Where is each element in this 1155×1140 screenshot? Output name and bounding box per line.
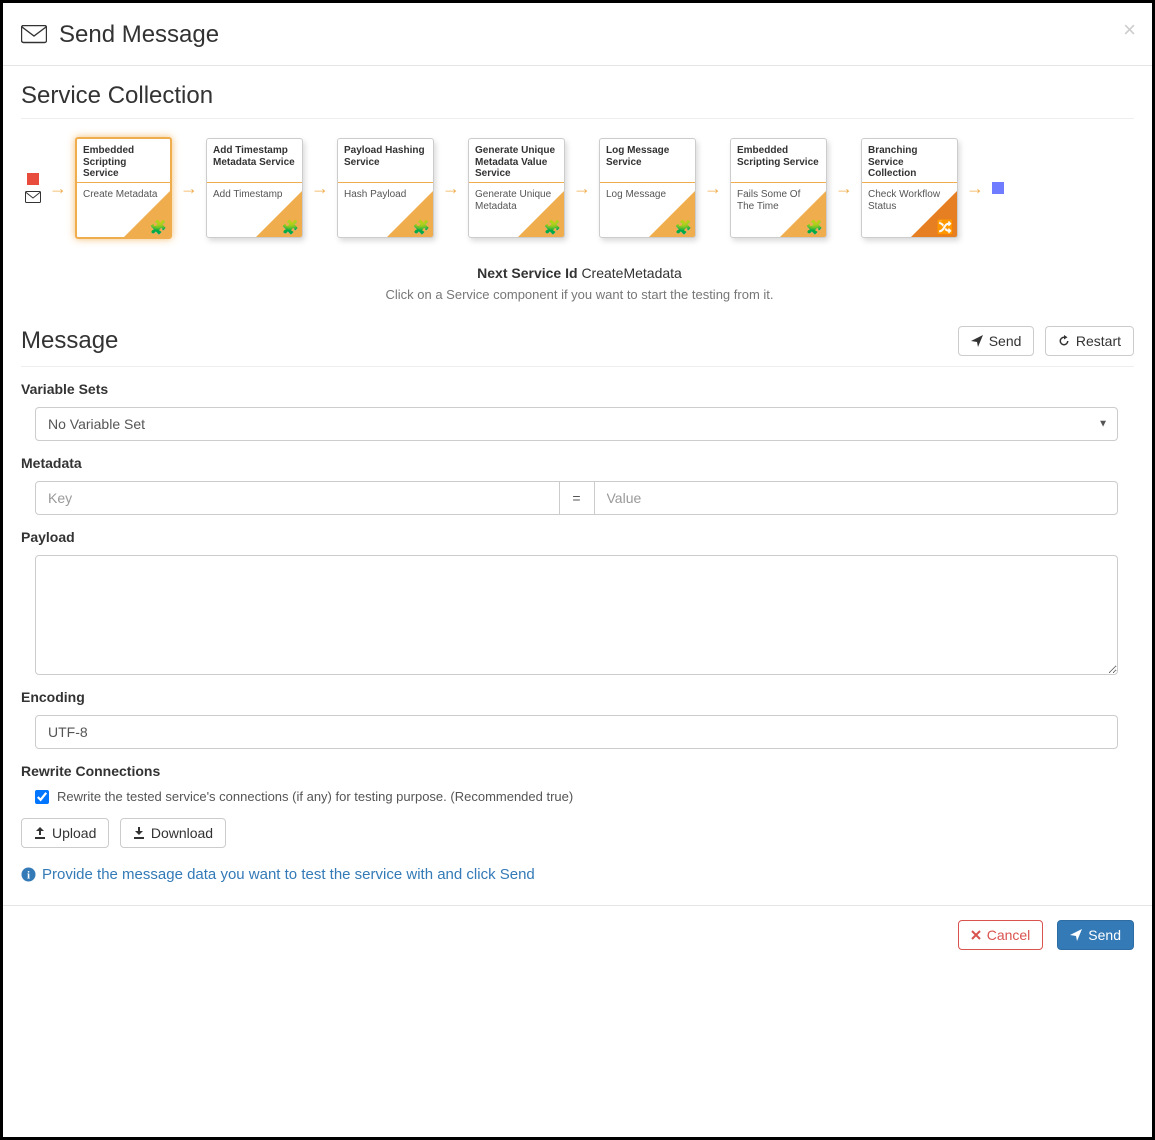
arrow-icon: → <box>966 178 984 199</box>
label-payload: Payload <box>21 529 1134 545</box>
card-type: Add Timestamp Metadata Service <box>207 139 302 183</box>
label-rewrite-connections: Rewrite Connections <box>21 763 1134 779</box>
arrow-icon: → <box>49 178 67 199</box>
workflow-start-icon <box>27 173 39 185</box>
puzzle-icon: 🧩 <box>150 219 167 235</box>
cancel-button[interactable]: Cancel <box>958 920 1044 950</box>
card-type: Embedded Scripting Service <box>77 139 170 183</box>
label-variable-sets: Variable Sets <box>21 381 1134 397</box>
service-card-fails-some-of-the-time[interactable]: Embedded Scripting Service Fails Some Of… <box>730 138 827 238</box>
x-icon <box>971 930 981 940</box>
next-service-line: Next Service Id CreateMetadata <box>25 265 1134 281</box>
arrow-icon: → <box>180 178 198 199</box>
card-type: Generate Unique Metadata Value Service <box>469 139 564 183</box>
refresh-icon <box>1058 335 1070 347</box>
close-button[interactable]: × <box>1123 17 1136 43</box>
puzzle-icon: 🧩 <box>806 219 823 235</box>
chevron-down-icon: ▼ <box>1098 419 1108 430</box>
card-type: Payload Hashing Service <box>338 139 433 183</box>
send-button-top[interactable]: Send <box>958 326 1035 356</box>
send-button[interactable]: Send <box>1057 920 1134 950</box>
label-encoding: Encoding <box>21 689 1134 705</box>
payload-textarea[interactable] <box>35 555 1118 675</box>
svg-text:i: i <box>27 870 30 882</box>
equals-label: = <box>560 481 594 515</box>
service-card-add-timestamp[interactable]: Add Timestamp Metadata Service Add Times… <box>206 138 303 238</box>
mail-small-icon <box>25 191 41 203</box>
variable-sets-select[interactable]: No Variable Set ▼ <box>35 407 1118 441</box>
workflow-row: → Embedded Scripting Service Create Meta… <box>25 133 1134 257</box>
label-metadata: Metadata <box>21 455 1134 471</box>
section-service-collection: Service Collection <box>21 82 1134 119</box>
paper-plane-icon <box>1070 929 1082 941</box>
modal-title-text: Send Message <box>59 21 219 49</box>
download-icon <box>133 827 145 839</box>
workflow-end-icon <box>992 182 1004 194</box>
info-icon: i <box>21 867 36 882</box>
section-message: Message <box>21 327 118 355</box>
workflow-hint: Click on a Service component if you want… <box>25 287 1134 302</box>
rewrite-desc: Rewrite the tested service's connections… <box>57 789 573 804</box>
puzzle-icon: 🧩 <box>413 219 430 235</box>
service-card-create-metadata[interactable]: Embedded Scripting Service Create Metada… <box>75 137 172 239</box>
puzzle-icon: 🧩 <box>675 219 692 235</box>
mail-icon <box>21 25 47 45</box>
service-card-generate-unique-metadata[interactable]: Generate Unique Metadata Value Service G… <box>468 138 565 238</box>
card-type: Branching Service Collection <box>862 139 957 183</box>
download-button[interactable]: Download <box>120 818 226 848</box>
restart-button[interactable]: Restart <box>1045 326 1134 356</box>
service-card-log-message[interactable]: Log Message Service Log Message🧩 <box>599 138 696 238</box>
arrow-icon: → <box>704 178 722 199</box>
card-type: Log Message Service <box>600 139 695 183</box>
paper-plane-icon <box>971 335 983 347</box>
branch-icon: 🔀 <box>937 219 954 235</box>
card-type: Embedded Scripting Service <box>731 139 826 183</box>
arrow-icon: → <box>573 178 591 199</box>
upload-button[interactable]: Upload <box>21 818 109 848</box>
upload-icon <box>34 827 46 839</box>
rewrite-checkbox[interactable] <box>35 790 49 804</box>
encoding-input[interactable] <box>35 715 1118 749</box>
arrow-icon: → <box>835 178 853 199</box>
puzzle-icon: 🧩 <box>544 219 561 235</box>
modal-title: Send Message <box>21 21 219 49</box>
puzzle-icon: 🧩 <box>282 219 299 235</box>
metadata-value-input[interactable] <box>594 481 1119 515</box>
metadata-key-input[interactable] <box>35 481 560 515</box>
service-card-check-workflow-status[interactable]: Branching Service Collection Check Workf… <box>861 138 958 238</box>
info-line: i Provide the message data you want to t… <box>21 866 1134 883</box>
arrow-icon: → <box>311 178 329 199</box>
service-card-hash-payload[interactable]: Payload Hashing Service Hash Payload🧩 <box>337 138 434 238</box>
arrow-icon: → <box>442 178 460 199</box>
